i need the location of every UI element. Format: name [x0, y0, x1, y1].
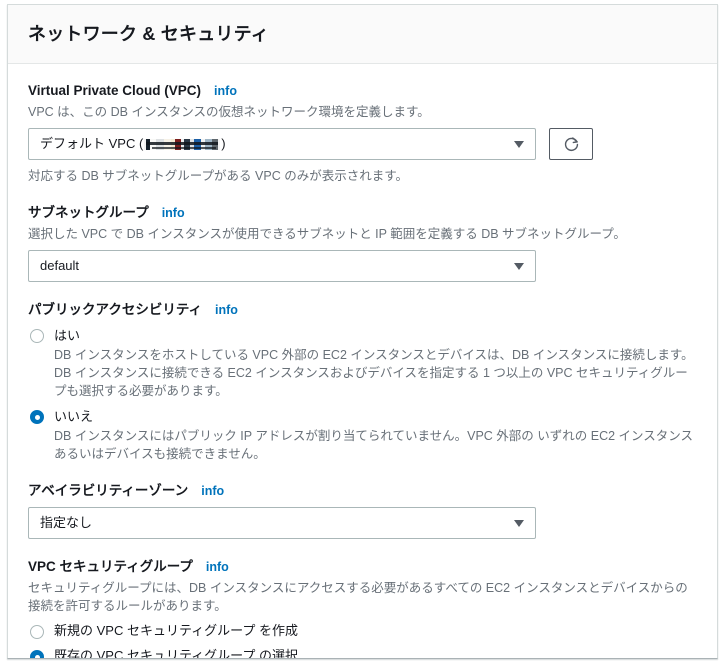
availability-zone-label-row: アベイラビリティーゾーン info	[28, 482, 697, 500]
radio-public-accessibility-yes[interactable]: はい DB インスタンスをホストしている VPC 外部の EC2 インスタンスと…	[28, 327, 697, 400]
public-accessibility-info-link[interactable]: info	[215, 301, 238, 319]
vpc-label: Virtual Private Cloud (VPC)	[28, 83, 202, 98]
vpc-security-group-field-group: VPC セキュリティグループ info セキュリティグループには、DB インスタ…	[28, 558, 697, 659]
vpc-select[interactable]: デフォルト VPC ()	[28, 128, 536, 160]
chevron-down-icon	[514, 263, 524, 270]
vpc-refresh-button[interactable]	[549, 128, 593, 160]
redacted-vpc-id	[144, 139, 221, 150]
chevron-down-icon	[514, 141, 524, 148]
radio-public-accessibility-no[interactable]: いいえ DB インスタンスにはパブリック IP アドレスが割り当てられていません…	[28, 408, 697, 463]
refresh-icon	[563, 136, 580, 153]
vpc-hint: 対応する DB サブネットグループがある VPC のみが表示されます。	[28, 169, 408, 183]
vpc-security-group-label: VPC セキュリティグループ	[28, 559, 193, 574]
radio-icon-selected	[30, 410, 44, 424]
vpc-select-value-suffix: )	[221, 136, 226, 151]
vpc-description: VPC は、この DB インスタンスの仮想ネットワーク環境を定義します。	[28, 105, 430, 119]
panel-header: ネットワーク & セキュリティ	[8, 5, 717, 64]
subnet-group-info-link[interactable]: info	[162, 204, 185, 222]
vpc-security-group-info-link[interactable]: info	[206, 558, 229, 576]
radio-label: いいえ	[54, 409, 94, 424]
public-accessibility-field-group: パブリックアクセシビリティ info はい DB インスタンスをホストしている …	[28, 301, 697, 463]
vpc-security-group-description: セキュリティグループには、DB インスタンスにアクセスする必要があるすべての E…	[28, 581, 688, 613]
availability-zone-info-link[interactable]: info	[201, 482, 224, 500]
panel-body: Virtual Private Cloud (VPC) info VPC は、こ…	[8, 64, 717, 659]
radio-label: はい	[54, 328, 81, 343]
availability-zone-field-group: アベイラビリティーゾーン info 指定なし	[28, 482, 697, 539]
public-accessibility-label-row: パブリックアクセシビリティ info	[28, 301, 697, 319]
radio-icon	[30, 329, 44, 343]
subnet-group-select[interactable]: default	[28, 250, 536, 282]
subnet-group-select-value: default	[40, 258, 80, 273]
radio-description: DB インスタンスにはパブリック IP アドレスが割り当てられていません。VPC…	[54, 429, 694, 461]
radio-label: 新規の VPC セキュリティグループ を作成	[54, 623, 299, 638]
subnet-group-label-row: サブネットグループ info	[28, 204, 697, 222]
vpc-field-group: Virtual Private Cloud (VPC) info VPC は、こ…	[28, 82, 697, 185]
radio-choose-existing-security-group[interactable]: 既存の VPC セキュリティグループ の選択	[28, 647, 697, 659]
network-and-security-panel: ネットワーク & セキュリティ Virtual Private Cloud (V…	[7, 4, 718, 659]
chevron-down-icon	[514, 520, 524, 527]
availability-zone-label: アベイラビリティーゾーン	[28, 483, 189, 498]
subnet-group-label: サブネットグループ	[28, 205, 149, 220]
vpc-select-value-text: デフォルト VPC (	[40, 136, 144, 151]
availability-zone-select[interactable]: 指定なし	[28, 507, 536, 539]
radio-description: DB インスタンスをホストしている VPC 外部の EC2 インスタンスとデバイ…	[54, 348, 694, 398]
subnet-group-description: 選択した VPC で DB インスタンスが使用できるサブネットと IP 範囲を定…	[28, 227, 626, 241]
radio-icon-selected	[30, 650, 44, 658]
radio-icon	[30, 625, 44, 639]
vpc-security-group-label-row: VPC セキュリティグループ info	[28, 558, 697, 576]
radio-label: 既存の VPC セキュリティグループ の選択	[54, 648, 299, 659]
vpc-info-link[interactable]: info	[214, 82, 237, 100]
availability-zone-select-value: 指定なし	[40, 515, 93, 530]
vpc-select-row: デフォルト VPC ()	[28, 128, 697, 160]
vpc-label-row: Virtual Private Cloud (VPC) info	[28, 82, 697, 100]
subnet-group-field-group: サブネットグループ info 選択した VPC で DB インスタンスが使用でき…	[28, 204, 697, 282]
public-accessibility-label: パブリックアクセシビリティ	[28, 302, 203, 317]
vpc-select-value: デフォルト VPC ()	[40, 135, 226, 153]
radio-create-new-security-group[interactable]: 新規の VPC セキュリティグループ を作成	[28, 622, 697, 640]
page-title: ネットワーク & セキュリティ	[28, 24, 269, 44]
